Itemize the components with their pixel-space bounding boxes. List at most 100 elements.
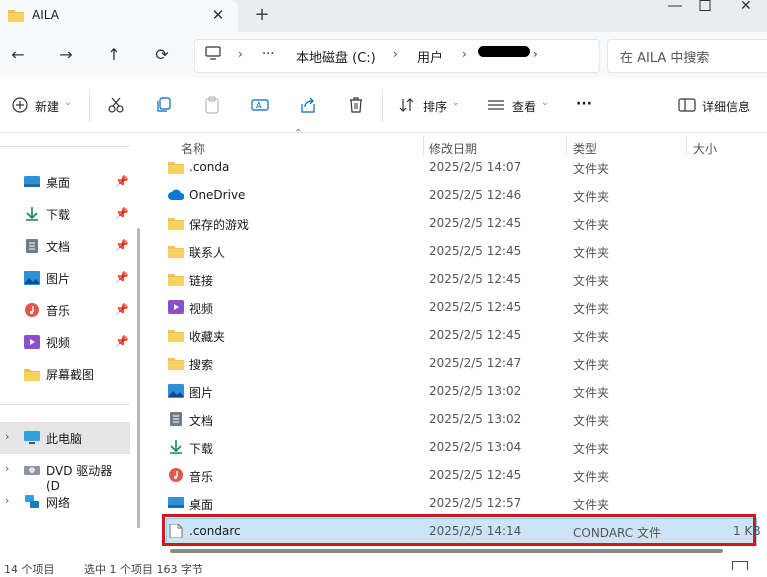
picture-icon — [24, 271, 40, 285]
plus-circle-icon[interactable] — [11, 96, 29, 114]
sidebar-item-label: 视频 — [46, 336, 71, 350]
file-date: 2025/2/5 12:45 — [429, 328, 522, 342]
sidebar-item-videos[interactable]: 视频 📌 — [0, 328, 130, 356]
chevron-right-icon[interactable]: › — [5, 462, 9, 475]
download-icon — [26, 207, 38, 221]
pin-icon[interactable]: 📌 — [115, 335, 129, 348]
file-type: 文件夹 — [573, 274, 610, 288]
pin-icon[interactable]: 📌 — [115, 239, 129, 252]
paste-icon[interactable] — [203, 96, 221, 114]
file-type: 文件夹 — [573, 414, 610, 428]
column-header-type[interactable]: 类型 — [573, 140, 597, 157]
breadcrumb-more[interactable]: ··· — [262, 47, 274, 62]
sidebar-item-music[interactable]: 音乐 📌 — [0, 296, 130, 324]
more-options-button[interactable]: ··· — [576, 96, 592, 112]
file-name: .conda — [189, 160, 230, 174]
folder-icon — [168, 330, 184, 342]
copy-icon[interactable] — [155, 96, 173, 114]
file-icon — [169, 524, 183, 538]
chevron-right-icon[interactable]: › — [5, 430, 9, 443]
delete-icon[interactable] — [347, 96, 365, 114]
refresh-button[interactable]: ⟳ — [152, 45, 172, 65]
chevron-right-icon: › — [393, 47, 398, 61]
chevron-down-icon: ⌄ — [541, 98, 549, 108]
sidebar-item-screenshots[interactable]: 屏幕截图 — [0, 360, 130, 388]
sidebar-item-this-pc[interactable]: › 此电脑 — [0, 424, 130, 452]
file-type: 文件夹 — [573, 246, 610, 260]
tab-title: AILA — [32, 8, 59, 22]
file-type: CONDARC 文件 — [573, 526, 661, 540]
file-date: 2025/2/5 12:45 — [429, 468, 522, 482]
view-icon[interactable] — [487, 96, 505, 114]
file-type: 文件夹 — [573, 218, 610, 232]
chevron-down-icon: ⌄ — [452, 98, 460, 108]
column-header-date[interactable]: 修改日期 — [429, 140, 477, 157]
sidebar-item-label: 屏幕截图 — [46, 368, 95, 382]
folder-icon — [24, 369, 40, 381]
sidebar-item-label: 图片 — [46, 272, 71, 286]
forward-button[interactable]: → — [56, 45, 76, 65]
sidebar-item-downloads[interactable]: 下载 📌 — [0, 200, 130, 228]
pin-icon[interactable]: 📌 — [115, 175, 129, 188]
file-date: 2025/2/5 13:02 — [429, 412, 522, 426]
search-input[interactable]: 在 AILA 中搜索 — [620, 47, 709, 66]
details-button[interactable]: 详细信息 — [702, 98, 750, 115]
cut-icon[interactable] — [107, 96, 125, 114]
view-button[interactable]: 查看 — [512, 98, 536, 115]
chevron-right-icon: › — [238, 47, 243, 61]
column-separator[interactable] — [566, 136, 567, 156]
up-button[interactable]: ↑ — [104, 45, 124, 65]
pin-icon[interactable]: 📌 — [115, 303, 129, 316]
chevron-right-icon: › — [462, 47, 467, 61]
music-icon — [25, 303, 39, 317]
file-name: 视频 — [189, 302, 214, 316]
breadcrumb-local-disk[interactable]: 本地磁盘 (C:) — [296, 47, 376, 66]
new-button[interactable]: 新建 — [35, 98, 59, 115]
file-size: 1 KB — [733, 524, 761, 538]
back-button[interactable]: ← — [8, 45, 28, 65]
file-date: 2025/2/5 13:04 — [429, 440, 522, 454]
file-name: 音乐 — [189, 470, 214, 484]
file-date: 2025/2/5 14:07 — [429, 160, 522, 174]
file-name: 收藏夹 — [189, 330, 226, 344]
share-icon[interactable] — [299, 96, 317, 114]
file-date: 2025/2/5 12:47 — [429, 356, 522, 370]
file-date: 2025/2/5 12:45 — [429, 216, 522, 230]
sort-button[interactable]: 排序 — [423, 98, 447, 115]
sidebar-item-label: 音乐 — [46, 304, 71, 318]
maximize-icon[interactable] — [698, 0, 714, 12]
file-date: 2025/2/5 12:45 — [429, 272, 522, 286]
new-tab-button[interactable]: + — [252, 4, 272, 26]
file-date: 2025/2/5 12:46 — [429, 188, 522, 202]
file-name: 图片 — [189, 386, 214, 400]
column-header-size[interactable]: 大小 — [693, 140, 717, 157]
pin-icon[interactable]: 📌 — [115, 271, 129, 284]
close-tab-icon[interactable]: ✕ — [208, 5, 228, 25]
sort-icon[interactable] — [398, 96, 416, 114]
rename-icon[interactable]: A — [251, 96, 269, 114]
sort-up-icon: ⌃ — [294, 128, 303, 139]
window-close-icon[interactable]: ✕ — [740, 0, 752, 14]
status-selection: 选中 1 个项目 163 字节 — [84, 563, 203, 576]
pin-icon[interactable]: 📌 — [115, 207, 129, 220]
sidebar-item-network[interactable]: › 网络 — [0, 488, 130, 516]
column-separator[interactable] — [686, 136, 687, 156]
file-type: 文件夹 — [573, 386, 610, 400]
sidebar-item-desktop[interactable]: 桌面 📌 — [0, 168, 130, 196]
cloud-icon — [168, 189, 184, 200]
minimize-icon[interactable] — [660, 0, 690, 16]
column-header-name[interactable]: 名称 — [181, 140, 205, 157]
sidebar-item-documents[interactable]: 文档 📌 — [0, 232, 130, 260]
breadcrumb-users[interactable]: 用户 — [417, 47, 443, 66]
file-name: OneDrive — [189, 188, 246, 202]
sidebar-scrollbar[interactable] — [137, 228, 140, 528]
toolbar-separator — [89, 90, 90, 122]
dvd-drive-icon — [24, 466, 40, 475]
details-pane-icon[interactable] — [678, 96, 696, 114]
sidebar-item-pictures[interactable]: 图片 📌 — [0, 264, 130, 292]
file-name: .condarc — [189, 524, 241, 538]
chevron-right-icon[interactable]: › — [5, 494, 9, 507]
sidebar-item-dvd-drive[interactable]: › DVD 驱动器 (D — [0, 456, 130, 493]
file-type: 文件夹 — [573, 442, 610, 456]
column-separator[interactable] — [423, 136, 424, 156]
